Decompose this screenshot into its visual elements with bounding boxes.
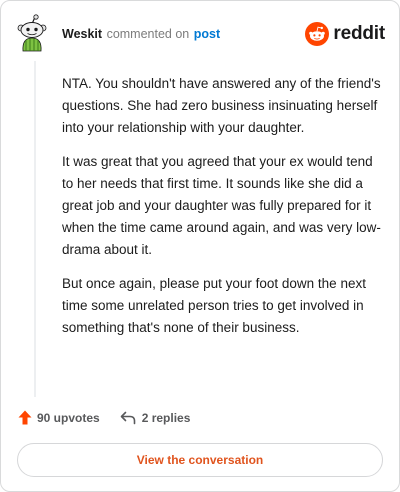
username-link[interactable]: Weskit <box>62 27 102 41</box>
snoo-avatar-icon[interactable] <box>15 14 49 52</box>
view-conversation-button[interactable]: View the conversation <box>17 443 383 477</box>
upvote-button[interactable]: 90 upvotes <box>18 410 100 425</box>
comment-header: Weskit commented on post <box>62 26 220 42</box>
thread-line <box>34 61 36 397</box>
comment-actions: 90 upvotes 2 replies <box>18 410 190 425</box>
commented-on-label: commented on <box>106 27 190 41</box>
reddit-logo-icon <box>305 22 330 46</box>
upvote-count: 90 upvotes <box>37 410 100 425</box>
comment-paragraph: It was great that you agreed that your e… <box>62 154 381 257</box>
replies-button[interactable]: 2 replies <box>120 410 191 425</box>
comment-embed-card: Weskit commented on post reddit NTA. You… <box>0 0 400 492</box>
comment-paragraph: NTA. You shouldn't have answered any of … <box>62 76 381 135</box>
comment-paragraph: But once again, please put your foot dow… <box>62 276 366 335</box>
reddit-wordmark: reddit <box>333 23 385 44</box>
comment-body: NTA. You shouldn't have answered any of … <box>62 73 382 351</box>
reply-count: 2 replies <box>141 410 191 425</box>
reply-arrow-icon <box>120 411 136 424</box>
post-link[interactable]: post <box>194 27 220 41</box>
upvote-arrow-icon <box>18 410 32 425</box>
reddit-logo[interactable]: reddit <box>305 21 385 47</box>
